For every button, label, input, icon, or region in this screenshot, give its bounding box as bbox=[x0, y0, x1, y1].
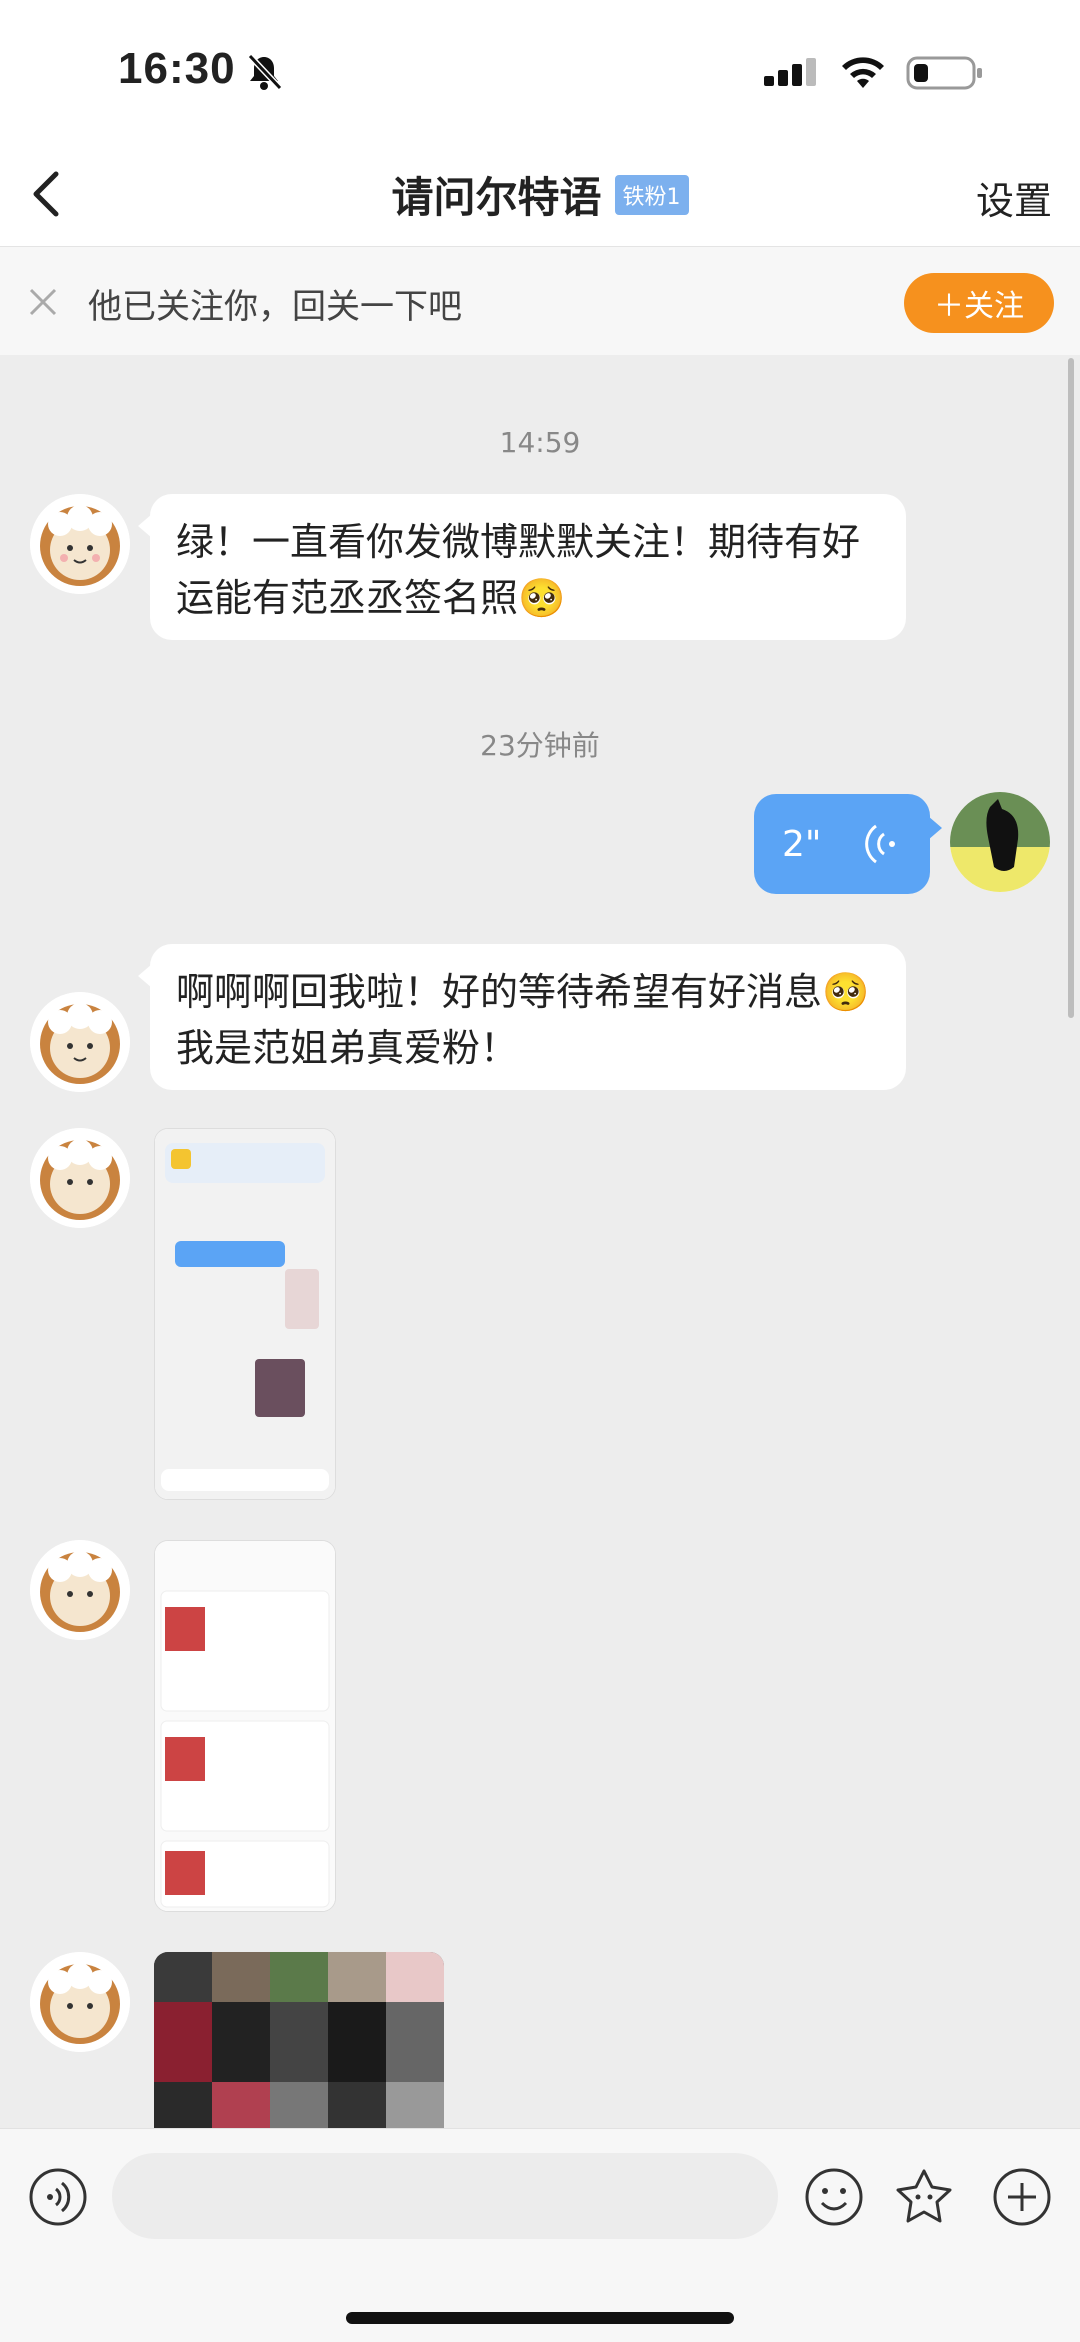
timestamp: 23分钟前 bbox=[480, 729, 600, 762]
follow-prompt-bar: 他已关注你，回关一下吧 ＋关注 bbox=[0, 247, 1080, 355]
voice-duration: 2" bbox=[782, 823, 822, 865]
battery-icon bbox=[906, 56, 982, 90]
avatar[interactable] bbox=[30, 1540, 130, 1640]
status-time: 16:30 bbox=[118, 44, 236, 93]
message-input[interactable] bbox=[112, 2153, 778, 2239]
title-area: 请问尔特语 铁粉1 bbox=[0, 164, 1080, 225]
bell-slash-icon bbox=[247, 53, 283, 91]
signal-icon bbox=[764, 58, 816, 86]
image-message[interactable] bbox=[154, 1128, 336, 1500]
chat-screenshot-thumbnail bbox=[155, 1129, 335, 1499]
avatar[interactable] bbox=[30, 1952, 130, 2052]
home-indicator bbox=[346, 2312, 734, 2324]
message-list[interactable]: 14:59 绿！一直看你发微博默默关注！期待有好运能有范丞丞签名照🥺 23分钟前… bbox=[0, 356, 1080, 2128]
settings-button[interactable]: 设置 bbox=[976, 170, 1052, 225]
follow-prompt-text: 他已关注你，回关一下吧 bbox=[88, 287, 462, 327]
sheep-avatar-icon bbox=[30, 1540, 130, 1640]
plus-icon[interactable] bbox=[992, 2167, 1052, 2227]
follow-button[interactable]: ＋关注 bbox=[904, 273, 1054, 333]
page-title: 请问尔特语 bbox=[391, 173, 602, 222]
chat-header: 请问尔特语 铁粉1 设置 bbox=[0, 140, 1080, 247]
voice-message[interactable]: 2" bbox=[754, 794, 942, 894]
voice-input-icon[interactable] bbox=[28, 2167, 88, 2227]
wifi-icon bbox=[842, 57, 884, 88]
order-screenshot-thumbnail bbox=[155, 1541, 335, 1911]
my-avatar[interactable] bbox=[950, 792, 1050, 892]
avatar[interactable] bbox=[30, 494, 130, 594]
input-bar bbox=[0, 2128, 1080, 2342]
avatar[interactable] bbox=[30, 992, 130, 1092]
sticker-icon[interactable] bbox=[894, 2167, 954, 2227]
magazine-photo-thumbnail bbox=[154, 1952, 444, 2128]
incoming-message[interactable]: 啊啊啊回我啦！好的等待希望有好消息🥺我是范姐弟真爱粉！ bbox=[138, 944, 906, 1090]
emoji-icon[interactable] bbox=[804, 2167, 864, 2227]
voice-wave-icon bbox=[865, 824, 895, 864]
sheep-avatar-icon bbox=[30, 494, 130, 594]
horse-avatar-icon bbox=[950, 792, 1050, 892]
image-message[interactable] bbox=[154, 1540, 336, 1912]
fan-level-badge: 铁粉1 bbox=[614, 174, 689, 215]
scrollbar[interactable] bbox=[1068, 358, 1074, 1018]
image-message[interactable] bbox=[154, 1952, 444, 2128]
avatar[interactable] bbox=[30, 1128, 130, 1228]
sheep-avatar-icon bbox=[30, 992, 130, 1092]
sheep-avatar-icon bbox=[30, 1952, 130, 2052]
status-bar: 16:30 bbox=[0, 0, 1080, 140]
incoming-message[interactable]: 绿！一直看你发微博默默关注！期待有好运能有范丞丞签名照🥺 bbox=[138, 494, 906, 640]
timestamp: 14:59 bbox=[499, 426, 581, 459]
sheep-avatar-icon bbox=[30, 1128, 130, 1228]
close-icon[interactable] bbox=[26, 285, 60, 319]
